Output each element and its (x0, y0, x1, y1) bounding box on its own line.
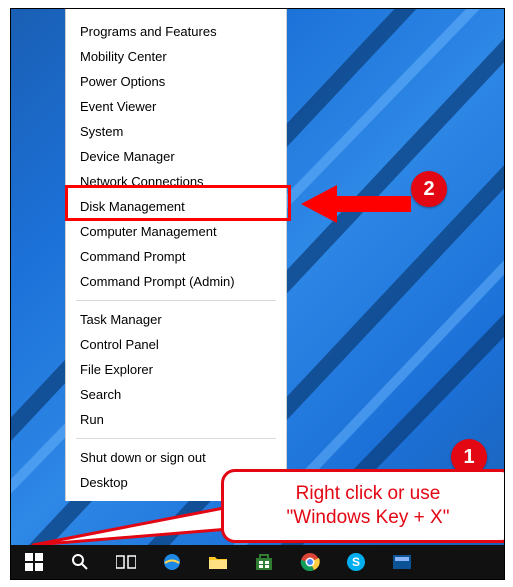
winx-context-menu: Programs and Features Mobility Center Po… (65, 9, 287, 501)
chrome-button[interactable] (287, 545, 333, 579)
menu-item-file-explorer[interactable]: File Explorer (66, 357, 286, 382)
store-icon (255, 553, 273, 571)
menu-item-shutdown[interactable]: Shut down or sign out (66, 445, 286, 470)
menu-item-system[interactable]: System (66, 119, 286, 144)
menu-item-disk-management[interactable]: Disk Management (66, 194, 286, 219)
explorer-button[interactable] (195, 545, 241, 579)
ie-button[interactable] (149, 545, 195, 579)
menu-item-desktop[interactable]: Desktop (66, 470, 286, 495)
menu-item-command-prompt-admin[interactable]: Command Prompt (Admin) (66, 269, 286, 294)
taskbar: S (11, 545, 504, 579)
menu-item-event-viewer[interactable]: Event Viewer (66, 94, 286, 119)
taskview-button[interactable] (103, 545, 149, 579)
menu-item-computer-management[interactable]: Computer Management (66, 219, 286, 244)
skype-button[interactable]: S (333, 545, 379, 579)
annotation-step-badge-2: 2 (411, 171, 447, 207)
generic-app-icon (392, 554, 412, 570)
menu-item-network-connections[interactable]: Network Connections (66, 169, 286, 194)
menu-item-programs-features[interactable]: Programs and Features (66, 19, 286, 44)
ie-icon (162, 552, 182, 572)
menu-separator (76, 438, 276, 439)
taskview-icon (116, 554, 136, 570)
store-button[interactable] (241, 545, 287, 579)
menu-item-control-panel[interactable]: Control Panel (66, 332, 286, 357)
menu-item-task-manager[interactable]: Task Manager (66, 307, 286, 332)
windows-icon (25, 553, 43, 571)
menu-item-command-prompt[interactable]: Command Prompt (66, 244, 286, 269)
menu-item-power-options[interactable]: Power Options (66, 69, 286, 94)
folder-icon (208, 554, 228, 570)
menu-item-run[interactable]: Run (66, 407, 286, 432)
menu-item-device-manager[interactable]: Device Manager (66, 144, 286, 169)
start-button[interactable] (11, 545, 57, 579)
app-button[interactable] (379, 545, 425, 579)
svg-text:S: S (352, 555, 360, 569)
menu-separator (76, 300, 276, 301)
search-button[interactable] (57, 545, 103, 579)
annotation-step-badge-1: 1 (451, 439, 487, 475)
search-icon (71, 553, 89, 571)
menu-item-mobility-center[interactable]: Mobility Center (66, 44, 286, 69)
menu-item-search[interactable]: Search (66, 382, 286, 407)
chrome-icon (300, 552, 320, 572)
skype-icon: S (346, 552, 366, 572)
